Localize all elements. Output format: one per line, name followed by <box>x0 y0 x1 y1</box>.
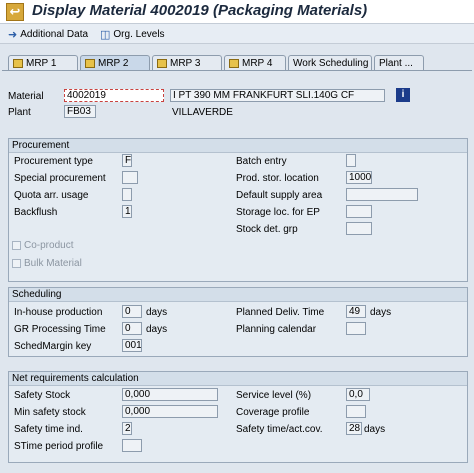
scheduling-group-title: Scheduling <box>9 288 467 302</box>
coverage-profile-field[interactable] <box>346 405 366 418</box>
tab-label: MRP 2 <box>98 57 129 69</box>
planning-calendar-field[interactable] <box>346 322 366 335</box>
storage-loc-ep-field[interactable] <box>346 205 372 218</box>
storage-loc-ep-label: Storage loc. for EP <box>236 207 320 218</box>
safety-time-ind-label: Safety time ind. <box>14 424 83 435</box>
inhouse-production-unit: days <box>146 307 168 318</box>
safety-time-actcov-label: Safety time/act.cov. <box>236 424 323 435</box>
tab-label: Work Scheduling <box>293 57 369 69</box>
safety-time-actcov-unit: days <box>364 424 386 435</box>
application-toolbar: ➜ Additional Data ◫ Org. Levels <box>0 24 474 44</box>
tab-strip: MRP 1 MRP 2 MRP 3 MRP 4 Work Scheduling … <box>0 55 474 70</box>
net-requirements-group-title: Net requirements calculation <box>9 372 467 386</box>
stime-period-profile-field[interactable] <box>122 439 142 452</box>
tab-folder-icon <box>85 58 95 68</box>
gr-processing-time-label: GR Processing Time <box>14 324 106 335</box>
title-bar: ↩ Display Material 4002019 (Packaging Ma… <box>0 0 474 24</box>
coproduct-label: Co-product <box>24 240 74 251</box>
planned-deliv-time-field[interactable]: 49 <box>346 305 366 318</box>
gr-processing-time-field[interactable]: 0 <box>122 322 142 335</box>
procurement-type-field[interactable]: F <box>122 154 132 167</box>
planned-deliv-time-label: Planned Deliv. Time <box>236 307 325 318</box>
tab-plant[interactable]: Plant ... <box>374 55 424 70</box>
plant-field[interactable]: FB03 <box>64 105 96 118</box>
special-procurement-field[interactable] <box>122 171 138 184</box>
quota-arr-usage-label: Quota arr. usage <box>14 190 89 201</box>
tab-label: MRP 4 <box>242 57 273 69</box>
backflush-label: Backflush <box>14 207 58 218</box>
plant-description: VILLAVERDE <box>172 107 233 118</box>
tab-mrp1[interactable]: MRP 1 <box>8 55 78 70</box>
special-procurement-label: Special procurement <box>14 173 106 184</box>
safety-time-actcov-field[interactable]: 28 <box>346 422 362 435</box>
tab-work-scheduling[interactable]: Work Scheduling <box>288 55 372 70</box>
backflush-field[interactable]: 1 <box>122 205 132 218</box>
min-safety-stock-field[interactable]: 0,000 <box>122 405 218 418</box>
stime-period-profile-label: STime period profile <box>14 441 104 452</box>
tab-folder-icon <box>229 58 239 68</box>
page-title: Display Material 4002019 (Packaging Mate… <box>32 2 368 19</box>
inhouse-production-field[interactable]: 0 <box>122 305 142 318</box>
plant-label: Plant <box>8 107 31 118</box>
planned-deliv-time-unit: days <box>370 307 392 318</box>
tab-mrp2[interactable]: MRP 2 <box>80 55 150 70</box>
org-levels-button[interactable]: ◫ Org. Levels <box>100 27 165 41</box>
material-field[interactable]: 4002019 <box>64 89 164 102</box>
coverage-profile-label: Coverage profile <box>236 407 310 418</box>
material-description-field[interactable]: I PT 390 MM FRANKFURT SLI.140G CF <box>170 89 385 102</box>
safety-stock-label: Safety Stock <box>14 390 71 401</box>
org-levels-label: Org. Levels <box>113 28 165 40</box>
service-level-field[interactable]: 0,0 <box>346 388 370 401</box>
tab-folder-icon <box>157 58 167 68</box>
stock-det-grp-label: Stock det. grp <box>236 224 298 235</box>
schedmargin-key-field[interactable]: 001 <box>122 339 142 352</box>
inhouse-production-label: In-house production <box>14 307 103 318</box>
service-level-label: Service level (%) <box>236 390 312 401</box>
tab-mrp4[interactable]: MRP 4 <box>224 55 286 70</box>
tab-label: MRP 3 <box>170 57 201 69</box>
gr-processing-time-unit: days <box>146 324 168 335</box>
batch-entry-field[interactable] <box>346 154 356 167</box>
prod-stor-location-label: Prod. stor. location <box>236 173 319 184</box>
safety-stock-field[interactable]: 0,000 <box>122 388 218 401</box>
info-icon[interactable]: i <box>396 88 410 102</box>
arrow-right-icon: ➜ <box>8 28 18 41</box>
additional-data-label: Additional Data <box>20 28 89 40</box>
back-arrow-icon[interactable]: ↩ <box>6 3 24 21</box>
schedmargin-key-label: SchedMargin key <box>14 341 92 352</box>
quota-arr-usage-field[interactable] <box>122 188 132 201</box>
additional-data-button[interactable]: ➜ Additional Data <box>8 27 88 41</box>
batch-entry-label: Batch entry <box>236 156 287 167</box>
procurement-type-label: Procurement type <box>14 156 93 167</box>
tab-label: MRP 1 <box>26 57 57 69</box>
prod-stor-location-field[interactable]: 1000 <box>346 171 372 184</box>
planning-calendar-label: Planning calendar <box>236 324 317 335</box>
coproduct-checkbox[interactable] <box>12 241 21 250</box>
tab-folder-icon <box>13 58 23 68</box>
tab-label: Plant ... <box>379 57 413 69</box>
default-supply-area-field[interactable] <box>346 188 418 201</box>
procurement-group-title: Procurement <box>9 139 467 153</box>
material-label: Material <box>8 91 44 102</box>
stock-det-grp-field[interactable] <box>346 222 372 235</box>
bulk-material-checkbox[interactable] <box>12 259 21 268</box>
tab-mrp3[interactable]: MRP 3 <box>152 55 222 70</box>
safety-time-ind-field[interactable]: 2 <box>122 422 132 435</box>
org-levels-icon: ◫ <box>100 28 111 41</box>
default-supply-area-label: Default supply area <box>236 190 323 201</box>
min-safety-stock-label: Min safety stock <box>14 407 86 418</box>
bulk-material-label: Bulk Material <box>24 258 82 269</box>
